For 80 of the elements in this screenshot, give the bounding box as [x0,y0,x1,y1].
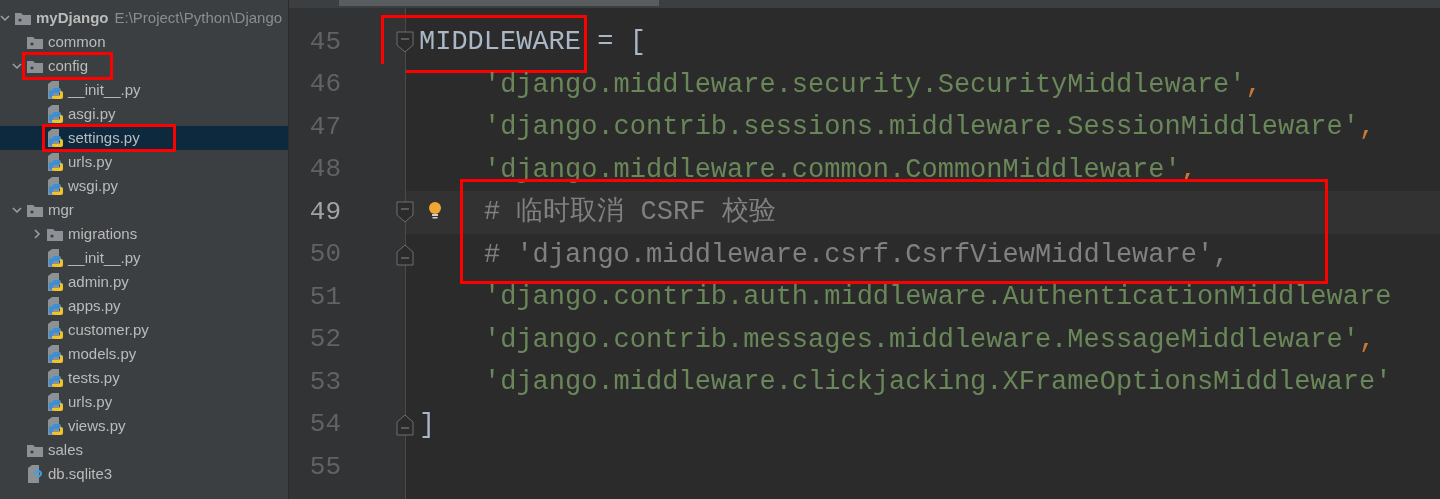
python-file-icon [46,296,64,316]
code-line: 'django.middleware.clickjacking.XFrameOptionsMiddleware' [484,366,1392,399]
folder-icon [26,442,44,458]
fold-marker-icon[interactable] [396,201,414,223]
fold-marker-icon[interactable] [396,243,414,266]
item-label: apps.py [68,295,121,316]
python-file-icon [46,248,64,268]
tree-item[interactable]: __init__.py [0,246,288,270]
chevron-right-icon[interactable] [32,229,42,239]
fold-marker-icon[interactable] [396,31,414,53]
python-file-icon [46,368,64,388]
line-number: 49 [308,195,341,229]
tree-item[interactable]: mgr [0,198,288,222]
tree-item[interactable]: asgi.py [0,102,288,126]
code-line: 'django.contrib.messages.middleware.MessageMiddleware', [484,323,1376,357]
code-line: 'django.contrib.auth.middleware.AuthenticationMiddleware [484,281,1392,314]
code-line: 'django.contrib.sessions.middleware.SessionMiddleware', [484,111,1376,144]
fold-marker-icon[interactable] [396,413,414,436]
item-label: wsgi.py [68,175,119,196]
tree-item[interactable]: views.py [0,414,288,438]
tree-item[interactable]: myDjango E:\Project\Python\Django [0,6,288,30]
item-label: tests.py [68,367,120,388]
python-file-icon [46,152,64,172]
tree-item[interactable]: apps.py [0,294,288,318]
tree-item[interactable]: __init__.py [0,78,288,102]
python-file-icon [46,80,64,100]
chevron-down-icon[interactable] [0,13,10,23]
item-label: asgi.py [68,103,116,124]
tree-item[interactable]: sales [0,438,288,462]
folder-icon [14,10,32,26]
item-label: migrations [68,223,138,244]
code-line: ] [419,408,436,442]
tree-item[interactable]: tests.py [0,366,288,390]
tree-item[interactable]: settings.py [0,126,288,150]
folder-icon [26,34,44,50]
tree-item[interactable]: customer.py [0,318,288,342]
python-file-icon [46,320,64,340]
tree-item[interactable]: wsgi.py [0,174,288,198]
tree-item[interactable]: urls.py [0,390,288,414]
tree-item[interactable]: urls.py [0,150,288,174]
item-label: settings.py [68,127,140,148]
tree-item[interactable]: config [0,54,288,78]
item-label: admin.py [68,271,129,292]
item-label: views.py [68,415,126,436]
code-line: MIDDLEWARE = [ [419,22,646,63]
python-file-icon [46,344,64,364]
tree-item[interactable]: admin.py [0,270,288,294]
tree-item[interactable]: db.sqlite3 [0,462,288,486]
folder-icon [46,226,64,242]
python-file-icon [46,272,64,292]
tree-item[interactable]: common [0,30,288,54]
item-label: config [48,55,89,76]
python-file-icon [46,104,64,124]
item-label: __init__.py [68,79,141,100]
item-label: customer.py [68,319,149,340]
chevron-down-icon[interactable] [12,61,22,71]
code-line: # 临时取消 CSRF 校验 [484,196,776,229]
folder-icon [26,58,44,74]
folder-icon [26,202,44,218]
item-label: __init__.py [68,247,141,268]
item-label: urls.py [68,391,113,412]
scrollbar-thumb[interactable] [339,0,659,6]
code-line: # 'django.middleware.csrf.CsrfViewMiddleware', [484,238,1230,272]
python-file-icon [46,392,64,412]
item-label: common [48,31,106,52]
item-label: models.py [68,343,137,364]
tree-item[interactable]: migrations [0,222,288,246]
item-label: myDjango [36,7,109,28]
item-label: urls.py [68,151,113,172]
project-path: E:\Project\Python\Django [114,7,283,28]
chevron-down-icon[interactable] [12,205,22,215]
code-line: 'django.middleware.security.SecurityMiddleware', [484,68,1262,102]
python-file-icon [46,128,64,148]
item-label: db.sqlite3 [48,463,113,484]
tree-item[interactable]: models.py [0,342,288,366]
item-label: sales [48,439,84,460]
python-file-icon [46,176,64,196]
database-file-icon [26,464,44,484]
python-file-icon [46,416,64,436]
item-label: mgr [48,199,74,220]
